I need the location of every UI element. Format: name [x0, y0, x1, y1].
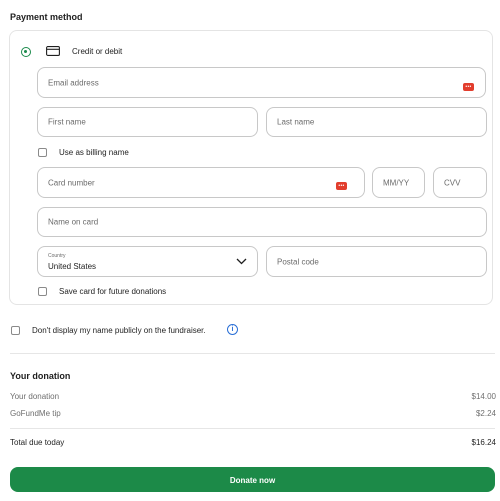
billing-name-checkbox[interactable] [38, 148, 47, 157]
name-on-card-placeholder: Name on card [48, 217, 99, 227]
billing-name-label: Use as billing name [59, 148, 129, 157]
email-field[interactable]: Email address ••• [37, 67, 486, 98]
donation-amount-label: Your donation [10, 392, 60, 401]
expiry-placeholder: MM/YY [383, 178, 410, 187]
credit-debit-radio[interactable] [21, 47, 31, 57]
name-on-card-field[interactable]: Name on card [37, 207, 487, 237]
first-name-field[interactable]: First name [37, 107, 258, 137]
total-label: Total due today [10, 438, 65, 447]
chevron-down-icon [236, 258, 247, 265]
save-card-label: Save card for future donations [59, 287, 167, 296]
payment-method-title: Payment method [10, 12, 83, 22]
expiry-field[interactable]: MM/YY [372, 167, 425, 198]
info-icon[interactable]: i [227, 324, 238, 335]
country-caption: Country [48, 253, 66, 259]
cvv-field[interactable]: CVV [433, 167, 487, 198]
email-placeholder: Email address [48, 78, 99, 87]
credit-debit-label: Credit or debit [72, 47, 123, 56]
donate-now-button[interactable]: Donate now [10, 467, 495, 492]
country-select[interactable]: Country United States [37, 246, 258, 277]
tip-value: $2.24 [475, 409, 496, 418]
country-value: United States [48, 262, 97, 271]
postal-code-field[interactable]: Postal code [266, 246, 487, 277]
autofill-icon[interactable]: ••• [463, 83, 474, 91]
hide-name-label: Don't display my name publicly on the fu… [32, 326, 206, 335]
card-number-placeholder: Card number [48, 178, 95, 187]
last-name-field[interactable]: Last name [266, 107, 487, 137]
autofill-icon[interactable]: ••• [336, 182, 347, 190]
card-number-field[interactable]: Card number ••• [37, 167, 365, 198]
total-value: $16.24 [471, 438, 496, 447]
your-donation-title: Your donation [10, 371, 71, 381]
credit-card-icon [46, 46, 60, 56]
first-name-placeholder: First name [48, 117, 86, 127]
postal-code-placeholder: Postal code [277, 257, 319, 266]
hide-name-checkbox[interactable] [11, 326, 20, 335]
tip-label: GoFundMe tip [10, 409, 61, 418]
donation-amount-value: $14.00 [471, 392, 496, 401]
divider [10, 428, 495, 429]
last-name-placeholder: Last name [277, 117, 315, 127]
cvv-placeholder: CVV [444, 178, 461, 187]
save-card-checkbox[interactable] [38, 287, 47, 296]
divider [10, 353, 495, 354]
